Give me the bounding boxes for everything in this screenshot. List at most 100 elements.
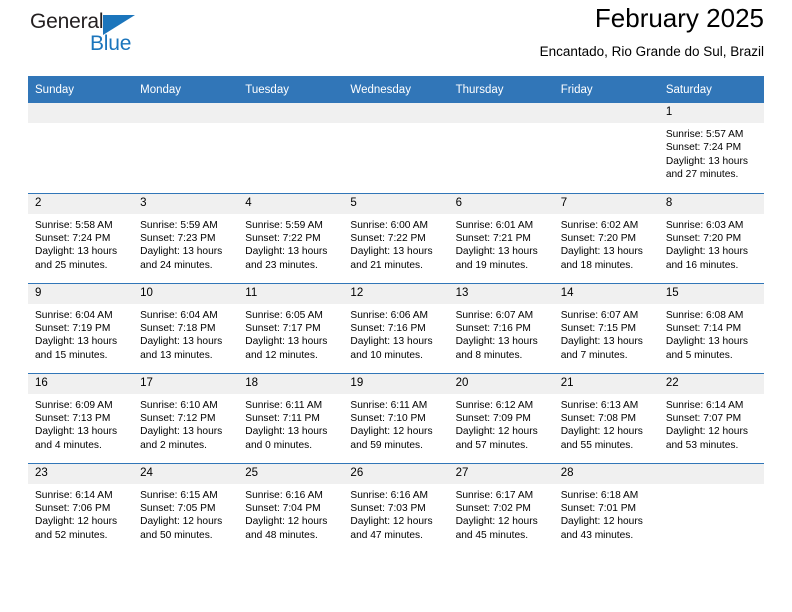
day-details: Sunrise: 6:07 AM Sunset: 7:15 PM Daylight:… [554,304,659,363]
calendar-day-cell[interactable]: 25 Sunrise: 6:16 AM Sunset: 7:04 PM Dayligh… [238,462,344,553]
day-details: Sunrise: 6:17 AM Sunset: 7:02 PM Daylight:… [449,484,554,543]
day-details: Sunrise: 6:00 AM Sunset: 7:22 PM Daylight:… [343,214,448,273]
sunrise-text: Sunrise: 6:07 AM [560,309,639,321]
daylight-text-line2: and 8 minutes. [455,349,523,361]
day-number: 26 [343,464,449,484]
calendar-week-row: 2 Sunrise: 5:58 AM Sunset: 7:24 PM Daylight… [28,192,764,283]
day-number: 20 [448,374,554,394]
calendar-day-cell[interactable]: 13 Sunrise: 6:07 AM Sunset: 7:16 PM Dayligh… [448,282,554,373]
day-number [28,103,134,123]
calendar-day-cell[interactable]: 11 Sunrise: 6:05 AM Sunset: 7:17 PM Dayligh… [238,282,344,373]
sunrise-text: Sunrise: 6:16 AM [350,489,429,501]
daylight-text-line1: Daylight: 12 hours [140,516,223,528]
day-number: 16 [28,374,134,394]
daylight-text-line2: and 57 minutes. [455,439,529,451]
logo[interactable]: General Blue [28,10,228,66]
calendar-day-cell[interactable]: 14 Sunrise: 6:07 AM Sunset: 7:15 PM Dayligh… [553,282,659,373]
day-number: 17 [133,374,239,394]
calendar-day-cell[interactable]: 7 Sunrise: 6:02 AM Sunset: 7:20 PM Daylight… [553,192,659,283]
calendar-day-cell[interactable]: 17 Sunrise: 6:10 AM Sunset: 7:12 PM Dayligh… [133,372,239,463]
sunset-text: Sunset: 7:03 PM [350,502,426,514]
calendar-day-cell[interactable]: 12 Sunrise: 6:06 AM Sunset: 7:16 PM Dayligh… [343,282,449,373]
calendar-day-cell[interactable]: 28 Sunrise: 6:18 AM Sunset: 7:01 PM Dayligh… [553,462,659,553]
calendar-day-cell[interactable]: 4 Sunrise: 5:59 AM Sunset: 7:22 PM Daylight… [238,192,344,283]
sunrise-text: Sunrise: 6:11 AM [350,399,428,411]
daylight-text-line1: Daylight: 12 hours [665,426,748,438]
sunset-text: Sunset: 7:22 PM [245,232,321,244]
day-number: 7 [553,194,659,214]
day-details: Sunrise: 6:11 AM Sunset: 7:10 PM Daylight:… [343,394,448,453]
day-details: Sunrise: 6:05 AM Sunset: 7:17 PM Daylight:… [238,304,343,363]
calendar-day-cell[interactable]: 15 Sunrise: 6:08 AM Sunset: 7:14 PM Dayligh… [658,282,764,373]
daylight-text-line2: and 15 minutes. [35,349,108,361]
calendar-day-cell[interactable]: 1 Sunrise: 5:57 AM Sunset: 7:24 PM Daylight… [658,103,764,193]
day-number: 22 [658,374,764,394]
sunrise-text: Sunrise: 6:10 AM [140,399,218,411]
calendar-day-cell[interactable]: 23 Sunrise: 6:14 AM Sunset: 7:06 PM Dayligh… [28,462,134,553]
sunset-text: Sunset: 7:05 PM [140,502,216,514]
day-number: 24 [133,464,239,484]
calendar-day-cell[interactable]: 19 Sunrise: 6:11 AM Sunset: 7:10 PM Dayligh… [343,372,449,463]
calendar-cell-empty [658,462,764,553]
sunset-text: Sunset: 7:16 PM [350,322,426,334]
calendar-day-cell[interactable]: 10 Sunrise: 6:04 AM Sunset: 7:18 PM Dayligh… [133,282,239,373]
weekday-header-thursday: Thursday [448,76,554,103]
sunset-text: Sunset: 7:22 PM [350,232,426,244]
sunrise-text: Sunrise: 6:11 AM [245,399,323,411]
day-number: 28 [553,464,659,484]
sunset-text: Sunset: 7:24 PM [665,142,742,154]
day-details: Sunrise: 6:04 AM Sunset: 7:18 PM Daylight:… [133,304,238,363]
daylight-text-line1: Daylight: 13 hours [665,155,748,167]
sunrise-text: Sunrise: 6:04 AM [35,309,113,321]
day-details: Sunrise: 6:03 AM Sunset: 7:20 PM Daylight:… [659,214,764,273]
daylight-text-line1: Daylight: 13 hours [455,246,538,258]
day-number: 14 [553,284,659,304]
sunrise-text: Sunrise: 5:59 AM [140,219,218,231]
day-number: 12 [343,284,449,304]
calendar-day-cell[interactable]: 20 Sunrise: 6:12 AM Sunset: 7:09 PM Dayligh… [448,372,554,463]
calendar-day-cell[interactable]: 22 Sunrise: 6:14 AM Sunset: 7:07 PM Dayligh… [658,372,764,463]
daylight-text-line1: Daylight: 12 hours [350,426,433,438]
calendar-day-cell[interactable]: 24 Sunrise: 6:15 AM Sunset: 7:05 PM Dayligh… [133,462,239,553]
daylight-text-line2: and 23 minutes. [245,259,318,271]
day-number: 18 [238,374,344,394]
calendar-day-cell[interactable]: 16 Sunrise: 6:09 AM Sunset: 7:13 PM Dayligh… [28,372,134,463]
calendar-day-cell[interactable]: 9 Sunrise: 6:04 AM Sunset: 7:19 PM Daylight… [28,282,134,373]
sunrise-text: Sunrise: 5:58 AM [35,219,113,231]
logo-text-blue: Blue [90,32,132,55]
calendar-day-cell[interactable]: 3 Sunrise: 5:59 AM Sunset: 7:23 PM Daylight… [133,192,239,283]
calendar-day-cell[interactable]: 18 Sunrise: 6:11 AM Sunset: 7:11 PM Dayligh… [238,372,344,463]
calendar-cell-empty [133,103,239,193]
sunrise-text: Sunrise: 6:09 AM [35,399,113,411]
daylight-text-line1: Daylight: 12 hours [455,426,538,438]
day-details: Sunrise: 5:59 AM Sunset: 7:22 PM Daylight:… [238,214,343,273]
sunrise-text: Sunrise: 6:14 AM [665,399,744,411]
daylight-text-line1: Daylight: 13 hours [350,336,433,348]
day-number: 25 [238,464,344,484]
calendar-week-row: 23 Sunrise: 6:14 AM Sunset: 7:06 PM Dayligh… [28,462,764,553]
calendar-day-cell[interactable]: 21 Sunrise: 6:13 AM Sunset: 7:08 PM Dayligh… [553,372,659,463]
sunset-text: Sunset: 7:02 PM [455,502,531,514]
calendar-day-cell[interactable]: 27 Sunrise: 6:17 AM Sunset: 7:02 PM Dayligh… [448,462,554,553]
day-details: Sunrise: 5:59 AM Sunset: 7:23 PM Daylight:… [133,214,238,273]
calendar-day-cell[interactable]: 6 Sunrise: 6:01 AM Sunset: 7:21 PM Daylight… [448,192,554,283]
day-number: 21 [553,374,659,394]
calendar-day-cell[interactable]: 8 Sunrise: 6:03 AM Sunset: 7:20 PM Daylight… [658,192,764,283]
daylight-text-line2: and 55 minutes. [560,439,634,451]
sunset-text: Sunset: 7:21 PM [455,232,531,244]
calendar-cell-empty [28,103,134,193]
calendar-day-cell[interactable]: 5 Sunrise: 6:00 AM Sunset: 7:22 PM Daylight… [343,192,449,283]
day-details: Sunrise: 6:16 AM Sunset: 7:04 PM Daylight:… [238,484,343,543]
calendar-day-cell[interactable]: 26 Sunrise: 6:16 AM Sunset: 7:03 PM Dayligh… [343,462,449,553]
sunset-text: Sunset: 7:04 PM [245,502,321,514]
sunset-text: Sunset: 7:11 PM [245,412,320,424]
daylight-text-line1: Daylight: 13 hours [245,246,328,258]
daylight-text-line1: Daylight: 13 hours [35,336,118,348]
sunset-text: Sunset: 7:06 PM [35,502,111,514]
weekday-header-friday: Friday [553,76,659,103]
calendar-day-cell[interactable]: 2 Sunrise: 5:58 AM Sunset: 7:24 PM Daylight… [28,192,134,283]
daylight-text-line1: Daylight: 13 hours [455,336,538,348]
daylight-text-line2: and 50 minutes. [140,529,213,541]
weekday-header-monday: Monday [133,76,239,103]
day-details: Sunrise: 6:10 AM Sunset: 7:12 PM Daylight:… [133,394,238,453]
